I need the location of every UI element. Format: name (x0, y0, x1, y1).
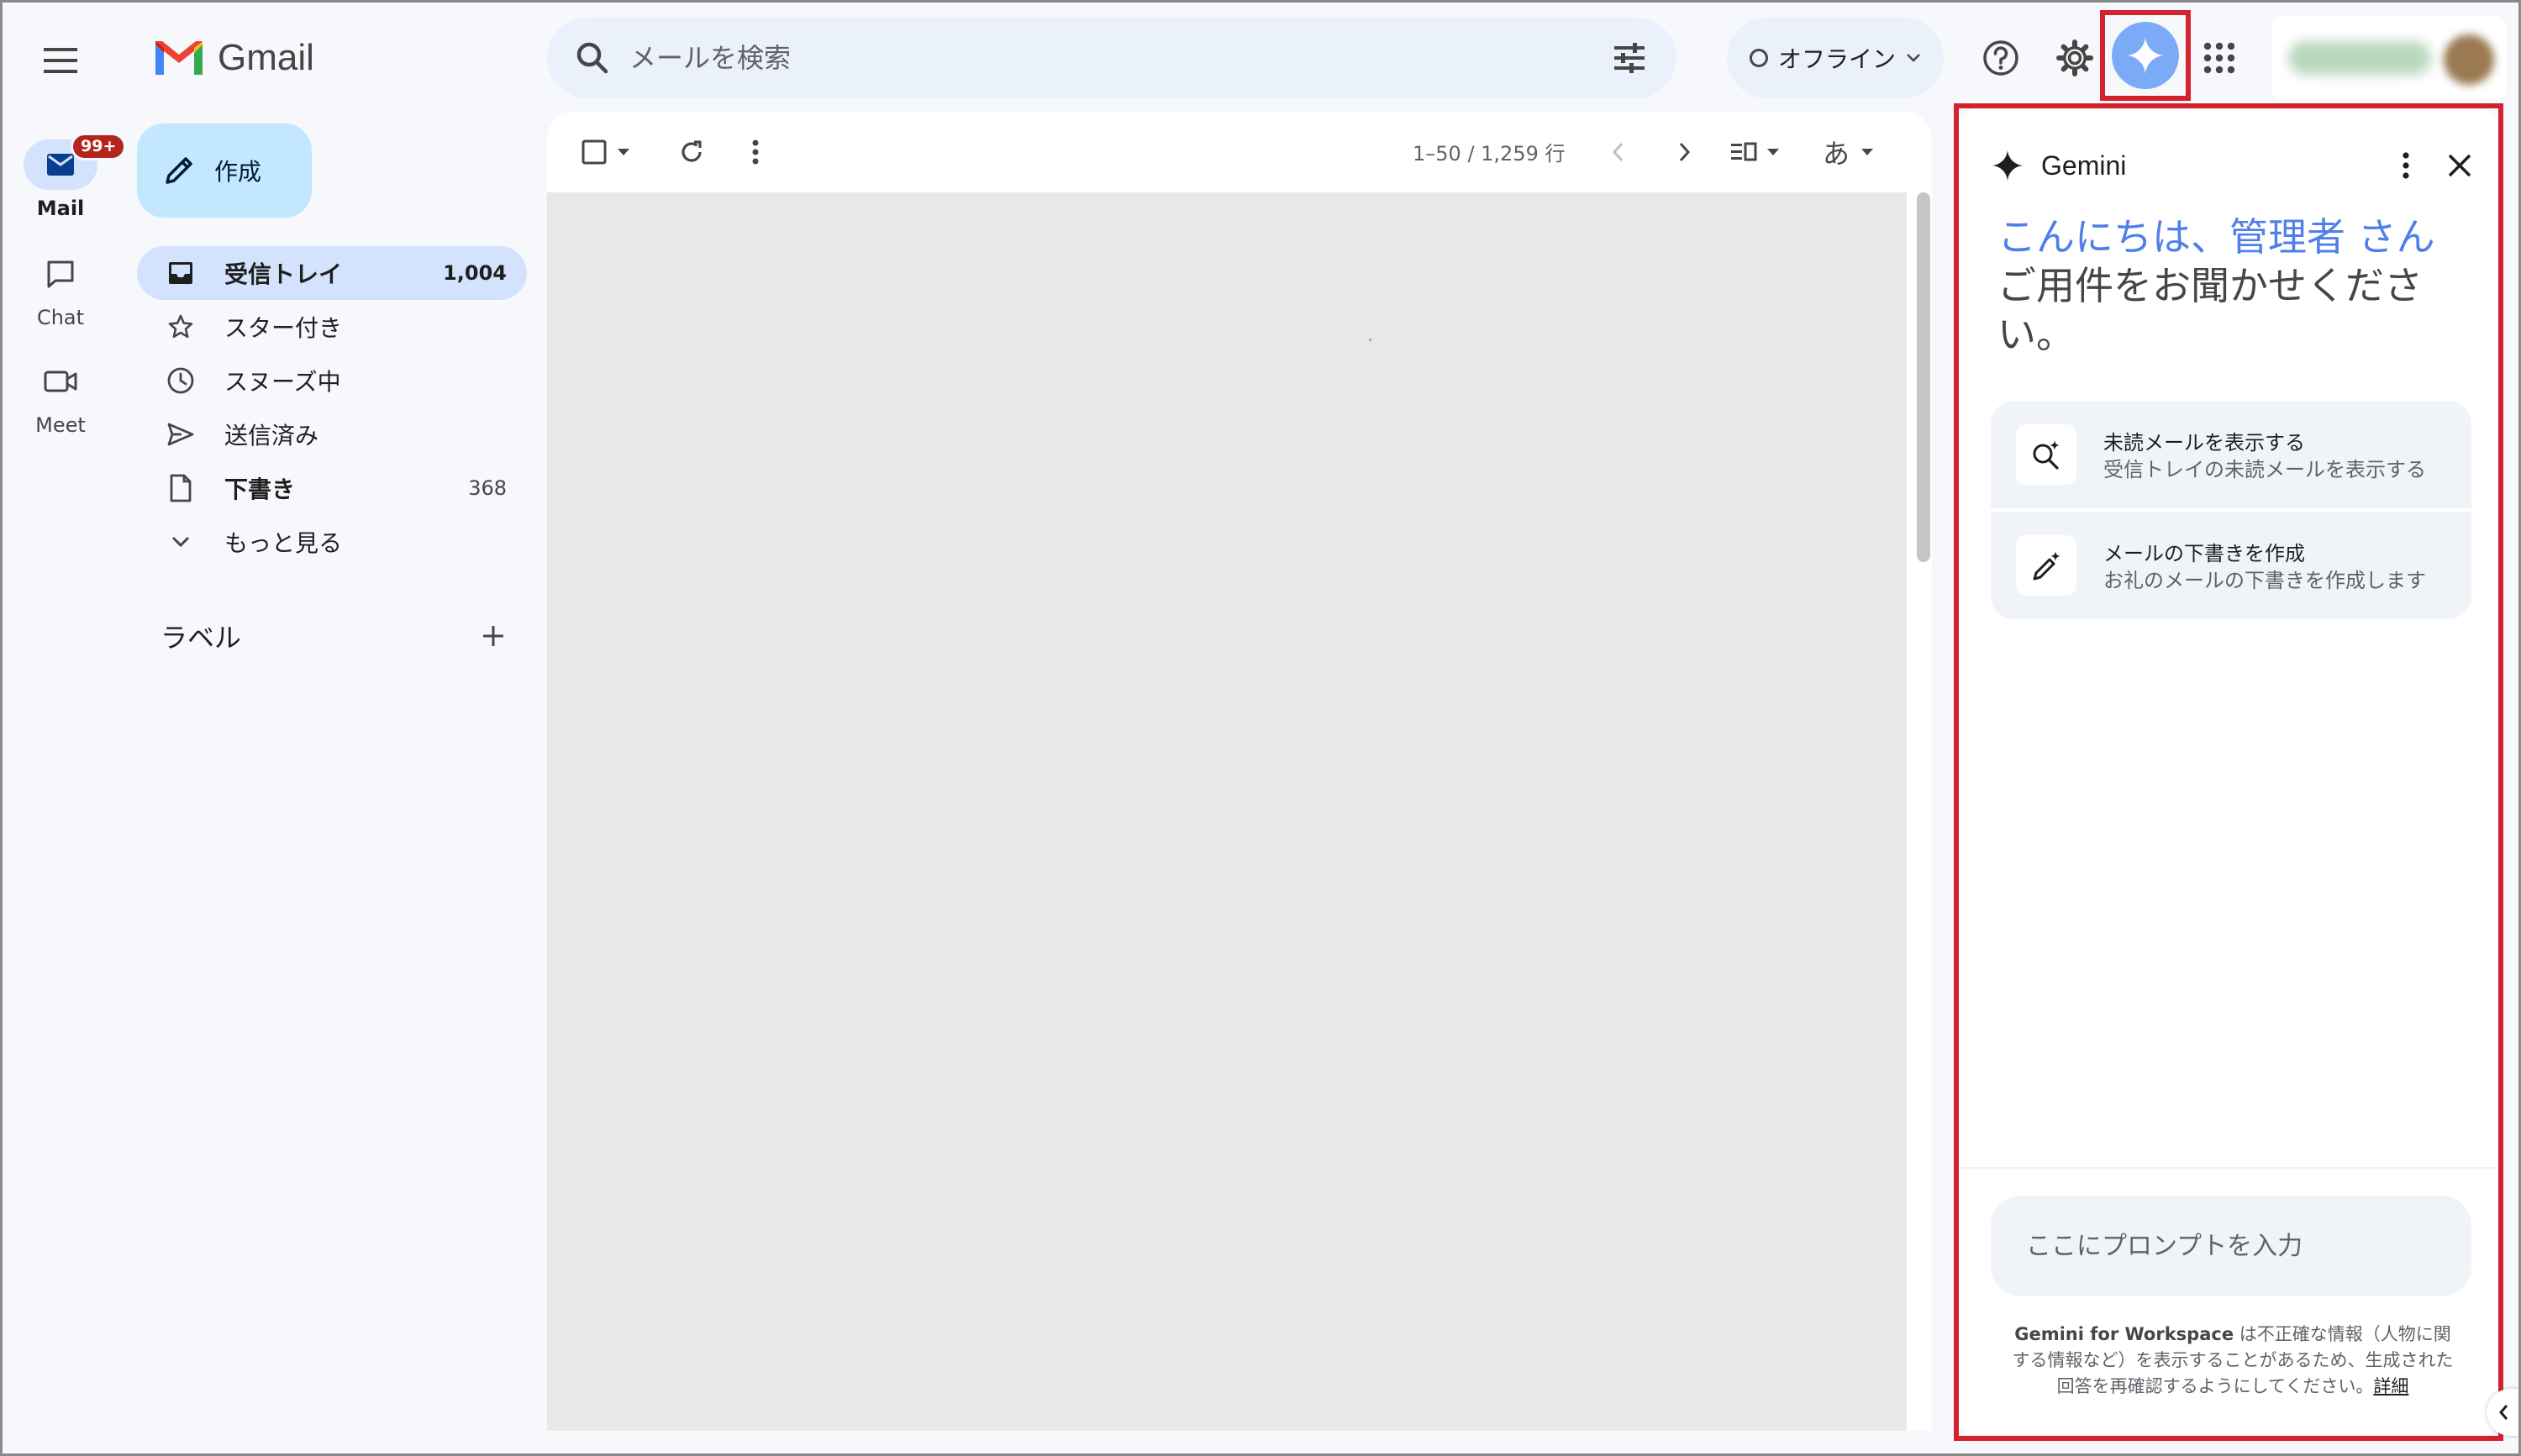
draft-icon (170, 474, 192, 502)
sidebar-item-label: 受信トレイ (224, 260, 343, 288)
account-button[interactable] (2271, 16, 2507, 100)
gemini-icon (2127, 37, 2164, 74)
chat-icon (47, 260, 74, 288)
labels-section-header: ラベル (161, 612, 513, 660)
caret-down-icon (1767, 149, 1779, 155)
sidebar-item-label: スヌーズ中 (224, 368, 341, 396)
video-icon (44, 371, 77, 392)
input-tools-label: あ (1822, 138, 1850, 170)
chevron-right-icon (1679, 142, 1691, 162)
settings-button[interactable] (2050, 33, 2100, 83)
clock-icon (167, 367, 194, 394)
rail-label-meet: Meet (35, 413, 86, 437)
sidebar-item-starred[interactable]: スター付き (137, 300, 527, 354)
pencil-icon (166, 157, 192, 184)
split-pane-icon (1731, 142, 1757, 161)
rail-item-meet[interactable]: Meet (5, 356, 116, 457)
sidebar-item-sent[interactable]: 送信済み (137, 407, 527, 461)
checkbox-icon (582, 139, 607, 165)
sidebar-item-label: 下書き (224, 476, 296, 503)
app-rail: 99+ Mail Chat Meet (5, 5, 127, 1453)
logo-text: Gmail (218, 37, 314, 78)
mail-list-loading (547, 192, 1907, 1431)
menu-icon (44, 48, 77, 73)
sidebar-item-count: 368 (468, 476, 507, 500)
sidebar-item-count: 1,004 (443, 261, 507, 285)
chevron-down-icon (171, 536, 190, 548)
sidebar-item-more[interactable]: もっと見る (137, 515, 527, 569)
star-icon (168, 314, 193, 339)
sidebar-item-label: スター付き (224, 314, 343, 342)
sidebar-item-snoozed[interactable]: スヌーズ中 (137, 354, 527, 407)
mail-list-pane: 1–50 / 1,259 行 あ (547, 112, 1932, 1431)
gmail-logo[interactable]: Gmail (152, 33, 314, 83)
refresh-icon (682, 140, 702, 162)
apps-icon (2203, 42, 2235, 74)
loading-dot (1369, 339, 1371, 341)
mail-icon (47, 154, 74, 176)
gemini-button[interactable] (2112, 22, 2179, 89)
scrollbar-thumb[interactable] (1917, 192, 1930, 562)
gemini-panel-highlight (1954, 103, 2503, 1441)
sidebar-item-inbox[interactable]: 受信トレイ 1,004 (137, 246, 527, 300)
unread-badge: 99+ (71, 133, 127, 160)
avatar (2444, 34, 2494, 85)
help-button[interactable] (1976, 33, 2026, 83)
caret-down-icon (618, 149, 629, 155)
caret-down-icon (1861, 149, 1873, 155)
plus-icon (483, 626, 503, 646)
apps-button[interactable] (2194, 33, 2245, 83)
sidebar-nav: 受信トレイ 1,004 スター付き スヌーズ中 送信済み 下書き 368 もっと… (137, 246, 527, 569)
prev-page-button[interactable] (1596, 130, 1639, 174)
more-vert-icon (752, 139, 759, 165)
help-icon (1983, 40, 2018, 76)
input-tools-button[interactable]: あ (1811, 130, 1887, 174)
mail-toolbar: 1–50 / 1,259 行 あ (547, 112, 1932, 192)
rail-item-mail[interactable]: 99+ Mail (5, 133, 127, 240)
status-label: オフライン (1777, 45, 1896, 73)
search-bar[interactable] (547, 18, 1676, 98)
rail-item-chat[interactable]: Chat (5, 249, 116, 350)
split-pane-toggle[interactable] (1718, 130, 1792, 174)
status-selector[interactable]: オフライン (1727, 18, 1944, 98)
chevron-down-icon (1907, 54, 1920, 62)
more-actions-button[interactable] (734, 130, 777, 174)
sidebar-item-label: 送信済み (224, 422, 319, 449)
sidebar-item-drafts[interactable]: 下書き 368 (137, 461, 527, 515)
create-label-button[interactable] (473, 616, 513, 656)
search-options-icon[interactable] (1609, 38, 1650, 78)
sidebar-item-label: もっと見る (224, 529, 343, 557)
next-page-button[interactable] (1663, 130, 1707, 174)
main-menu-button[interactable] (30, 35, 91, 86)
compose-button[interactable]: 作成 (137, 124, 312, 218)
compose-label: 作成 (214, 158, 262, 186)
send-icon (167, 423, 194, 446)
chevron-left-icon (1612, 142, 1624, 162)
rail-label-mail: Mail (36, 197, 85, 220)
search-input[interactable] (629, 42, 1609, 74)
chevron-left-icon (2499, 1405, 2508, 1420)
gmail-window: 99+ Mail Chat Meet Gmail メールを検索 オフライン 作成… (0, 0, 2521, 1456)
rail-label-chat: Chat (36, 306, 85, 329)
org-logo (2288, 41, 2431, 75)
status-indicator (1749, 49, 1768, 67)
gmail-m-icon (155, 41, 203, 75)
refresh-button[interactable] (670, 130, 713, 174)
labels-title: ラベル (161, 622, 242, 654)
select-all-button[interactable] (572, 130, 639, 174)
inbox-icon (169, 262, 192, 284)
settings-icon (2056, 39, 2093, 76)
search-icon[interactable] (572, 38, 613, 78)
pagination-label: 1–50 / 1,259 行 (1413, 142, 1566, 166)
